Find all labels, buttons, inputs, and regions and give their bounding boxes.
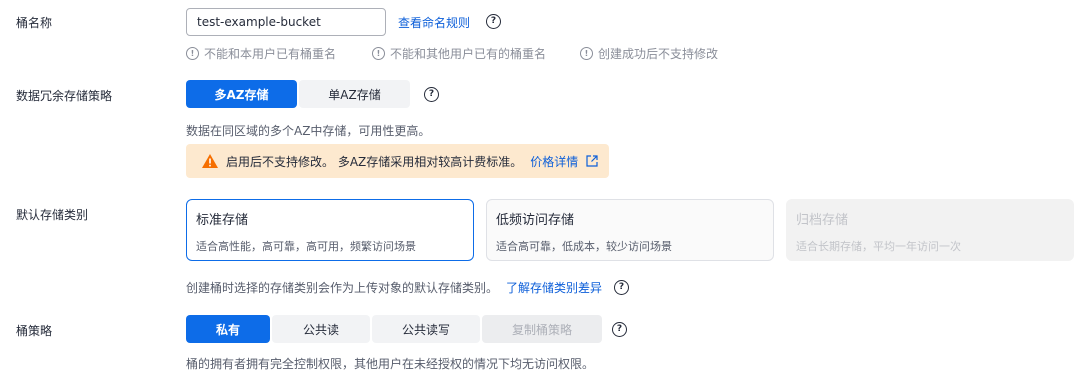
bucket-policy-label: 桶策略 (16, 324, 53, 338)
bucket-policy-help-icon[interactable]: ? (612, 322, 627, 337)
bucket-name-label: 桶名称 (16, 16, 53, 30)
hint-2: ! 不能和其他用户已有的桶重名 (372, 45, 546, 62)
card-title: 归档存储 (796, 213, 849, 228)
storage-card-archive: 归档存储 适合长期存储，平均一年访问一次 (786, 199, 1074, 261)
bucket-policy-segmented: 私有 公共读 公共读写 复制桶策略 (186, 315, 602, 343)
bucket-policy-description: 桶的拥有者拥有完全控制权限，其他用户在未经授权的情况下均无访问权限。 (186, 357, 595, 371)
storage-card-standard[interactable]: 标准存储 适合高性能，高可靠，高可用，频繁访问场景 (186, 199, 474, 261)
naming-rules-link[interactable]: 查看命名规则 (398, 14, 470, 31)
storage-class-diff-link[interactable]: 了解存储类别差异 (506, 279, 602, 296)
info-icon: ! (186, 47, 199, 60)
hint-1: ! 不能和本用户已有桶重名 (186, 45, 336, 62)
card-desc: 适合长期存储，平均一年访问一次 (796, 240, 961, 253)
bucket-name-help-icon[interactable]: ? (486, 14, 501, 29)
card-desc: 适合高性能，高可靠，高可用，频繁访问场景 (196, 240, 416, 253)
storage-class-help-icon[interactable]: ? (614, 280, 630, 295)
redundancy-warning: 启用后不支持修改。 多AZ存储采用相对较高计费标准。 价格详情 (186, 144, 609, 178)
storage-card-infrequent[interactable]: 低频访问存储 适合高可靠，低成本，较少访问场景 (486, 199, 774, 261)
info-icon: ! (580, 47, 593, 60)
redundancy-segmented: 多AZ存储 单AZ存储 (186, 80, 410, 108)
storage-class-description: 创建桶时选择的存储类别会作为上传对象的默认存储类别。 了解存储类别差异 ? (186, 279, 630, 296)
redundancy-label: 数据冗余存储策略 (16, 89, 113, 103)
redundancy-description: 数据在同区域的多个AZ中存储，可用性更高。 (186, 124, 431, 138)
redundancy-help-icon[interactable]: ? (424, 87, 439, 102)
warning-icon (202, 154, 218, 168)
warning-text: 启用后不支持修改。 多AZ存储采用相对较高计费标准。 (226, 154, 523, 169)
policy-public-read-button[interactable]: 公共读 (272, 315, 370, 343)
card-title: 标准存储 (196, 213, 249, 228)
info-icon: ! (372, 47, 385, 60)
multi-az-button[interactable]: 多AZ存储 (186, 80, 297, 108)
single-az-button[interactable]: 单AZ存储 (299, 80, 410, 108)
storage-class-label: 默认存储类别 (16, 208, 89, 222)
card-title: 低频访问存储 (496, 213, 575, 228)
hint-3: ! 创建成功后不支持修改 (580, 45, 718, 62)
card-desc: 适合高可靠，低成本，较少访问场景 (496, 240, 672, 253)
external-link-icon[interactable] (586, 155, 598, 167)
policy-copy-button: 复制桶策略 (482, 315, 602, 343)
policy-public-read-write-button[interactable]: 公共读写 (372, 315, 480, 343)
policy-private-button[interactable]: 私有 (186, 315, 270, 343)
bucket-name-input[interactable] (186, 8, 386, 36)
price-details-link[interactable]: 价格详情 (530, 153, 578, 170)
